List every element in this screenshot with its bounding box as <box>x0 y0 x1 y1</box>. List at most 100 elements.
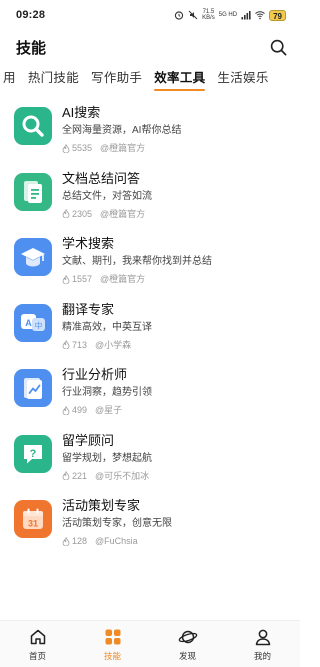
skill-meta: 713 @小学森 <box>62 339 286 351</box>
question-bubble-icon: ? <box>14 434 52 473</box>
net-speed: 71.5 KB/s <box>202 9 215 21</box>
usage-count: 499 <box>72 405 88 415</box>
nav-label: 首页 <box>28 651 46 661</box>
skill-description: 留学规划，梦想起航 <box>62 452 152 464</box>
usage-count: 1557 <box>72 274 93 284</box>
category-tabs: 用热门技能 写作助手 效率工具 生活娱乐 <box>0 64 300 94</box>
svg-text:A: A <box>25 318 32 328</box>
nav-label: 我的 <box>253 651 271 661</box>
nav-skills-grid[interactable]: 技能 <box>83 627 143 662</box>
skill-text: 学术搜索 文献、期刊，我来帮你找到并总结 1557 @橙篇官方 <box>62 235 286 285</box>
skill-name: 活动策划专家 <box>62 498 141 513</box>
alarm-icon <box>174 11 184 20</box>
tab-1[interactable]: 热门技能 <box>22 64 85 92</box>
skill-description: 行业洞察，趋势引领 <box>62 387 152 398</box>
flame-icon <box>62 471 70 480</box>
skill-description: 精准高效，中英互译 <box>62 321 152 333</box>
signal-icon <box>241 11 251 20</box>
magnifier-icon <box>14 107 52 145</box>
flame-icon <box>62 340 70 349</box>
usage-count: 128 <box>72 536 88 546</box>
planet-icon <box>178 627 198 647</box>
skill-text: 行业分析师行业洞察，趋势引领 499 @星子 <box>62 366 286 416</box>
svg-text:中: 中 <box>35 320 43 330</box>
skill-item[interactable]: 文档总结问答总结文件，对答如流 2305 @橙篇官方 <box>0 166 300 232</box>
tab-0[interactable]: 用 <box>0 64 22 92</box>
skill-text: 翻译专家精准高效，中英互译 713 @小学森 <box>62 301 286 351</box>
battery-indicator: 79 <box>269 9 286 21</box>
tabs-strip: 用热门技能 写作助手 效率工具 生活娱乐 <box>0 64 275 92</box>
skill-name: 文档总结问答 <box>62 170 141 186</box>
status-bar: 09:28 71.5 KB/s 5G HD 79 <box>0 0 300 30</box>
usage-count: 2305 <box>72 208 93 219</box>
skill-name: 行业分析师 <box>62 367 128 382</box>
skill-text: 活动策划专家活动策划专家，创意无限 128 @FuChsia <box>62 497 286 547</box>
skill-item[interactable]: 31 活动策划专家活动策划专家，创意无限 128 @FuChsia <box>0 493 300 559</box>
skill-item[interactable]: ? 留学顾问留学规划，梦想起航 221 @可乐不加冰 <box>0 428 300 494</box>
document-icon <box>14 172 52 211</box>
author-name[interactable]: @橙篇官方 <box>100 208 145 220</box>
usage-count: 5535 <box>72 143 93 153</box>
skill-item[interactable]: AI搜索 全网海量资源，AI帮你总结 5535 @橙篇官方 <box>0 100 300 166</box>
author-name[interactable]: @小学森 <box>95 339 131 351</box>
svg-text:?: ? <box>30 448 37 460</box>
skill-meta: 128 @FuChsia <box>62 535 286 547</box>
skill-text: 文档总结问答总结文件，对答如流 2305 @橙篇官方 <box>62 170 286 220</box>
net-speed-unit: KB/s <box>202 15 215 21</box>
flame-icon <box>62 274 70 284</box>
flame-icon <box>62 536 70 546</box>
header: 技能 <box>0 33 300 61</box>
person-icon <box>253 627 273 647</box>
status-icons: 71.5 KB/s 5G HD 79 <box>174 9 286 21</box>
nav-label: 发现 <box>178 651 196 661</box>
home-icon <box>28 627 48 647</box>
usage-count: 221 <box>72 470 88 481</box>
calendar-icon: 31 <box>14 500 52 538</box>
skill-meta: 499 @星子 <box>62 404 286 416</box>
svg-text:31: 31 <box>28 519 38 529</box>
skills-grid-icon <box>103 627 123 647</box>
skill-meta: 5535 @橙篇官方 <box>62 142 286 154</box>
skill-description: 总结文件，对答如流 <box>62 190 152 202</box>
status-time: 09:28 <box>16 9 46 21</box>
flame-icon <box>62 405 70 415</box>
tab-3[interactable]: 效率工具 <box>148 64 211 92</box>
skill-meta: 1557 @橙篇官方 <box>62 273 286 285</box>
bottom-nav: 首页 技能 发现 我的 <box>0 620 300 667</box>
search-button[interactable] <box>268 37 288 57</box>
skill-name: AI搜索 <box>62 105 101 120</box>
tab-2[interactable]: 写作助手 <box>85 64 148 92</box>
skill-description: 活动策划专家，创意无限 <box>62 518 172 529</box>
usage-count: 713 <box>72 339 88 350</box>
nav-planet[interactable]: 发现 <box>158 627 218 662</box>
author-name[interactable]: @星子 <box>95 404 122 416</box>
tab-4[interactable]: 生活娱乐 <box>211 64 274 92</box>
translate-icon: A中 <box>14 303 52 342</box>
skill-list: AI搜索 全网海量资源，AI帮你总结 5535 @橙篇官方 文档总结问答 总结文件，对答如… <box>0 100 300 559</box>
graduation-cap-icon <box>14 238 52 276</box>
chart-report-icon <box>14 369 52 407</box>
skill-meta: 221 @可乐不加冰 <box>62 470 286 482</box>
flame-icon <box>62 143 70 153</box>
skill-item[interactable]: 行业分析师行业洞察，趋势引领 499 @星子 <box>0 362 300 428</box>
author-name[interactable]: @FuChsia <box>95 535 138 547</box>
nav-home[interactable]: 首页 <box>8 627 68 662</box>
search-icon <box>270 39 286 55</box>
signal-label: 5G HD <box>218 12 238 18</box>
skill-meta: 2305 @橙篇官方 <box>62 208 286 220</box>
skill-text: AI搜索 全网海量资源，AI帮你总结 5535 @橙篇官方 <box>62 104 286 154</box>
skill-name: 翻译专家 <box>62 301 115 317</box>
skill-name: 留学顾问 <box>62 432 115 448</box>
skill-item[interactable]: A 中翻译专家 精准高效，中英互译 713 @小学森 <box>0 297 300 363</box>
author-name[interactable]: @橙篇官方 <box>100 273 145 285</box>
author-name[interactable]: @橙篇官方 <box>100 142 145 154</box>
nav-person[interactable]: 我的 <box>233 627 293 662</box>
author-name[interactable]: @可乐不加冰 <box>95 470 149 482</box>
wifi-icon <box>255 11 265 20</box>
skill-name: 学术搜索 <box>62 236 115 251</box>
flame-icon <box>62 209 70 218</box>
nav-label: 技能 <box>103 651 121 661</box>
skill-item[interactable]: 学术搜索 文献、期刊，我来帮你找到并总结 1557 @橙篇官方 <box>0 231 300 297</box>
skill-text: 留学顾问留学规划，梦想起航 221 @可乐不加冰 <box>62 432 286 482</box>
mute-icon <box>188 10 198 20</box>
